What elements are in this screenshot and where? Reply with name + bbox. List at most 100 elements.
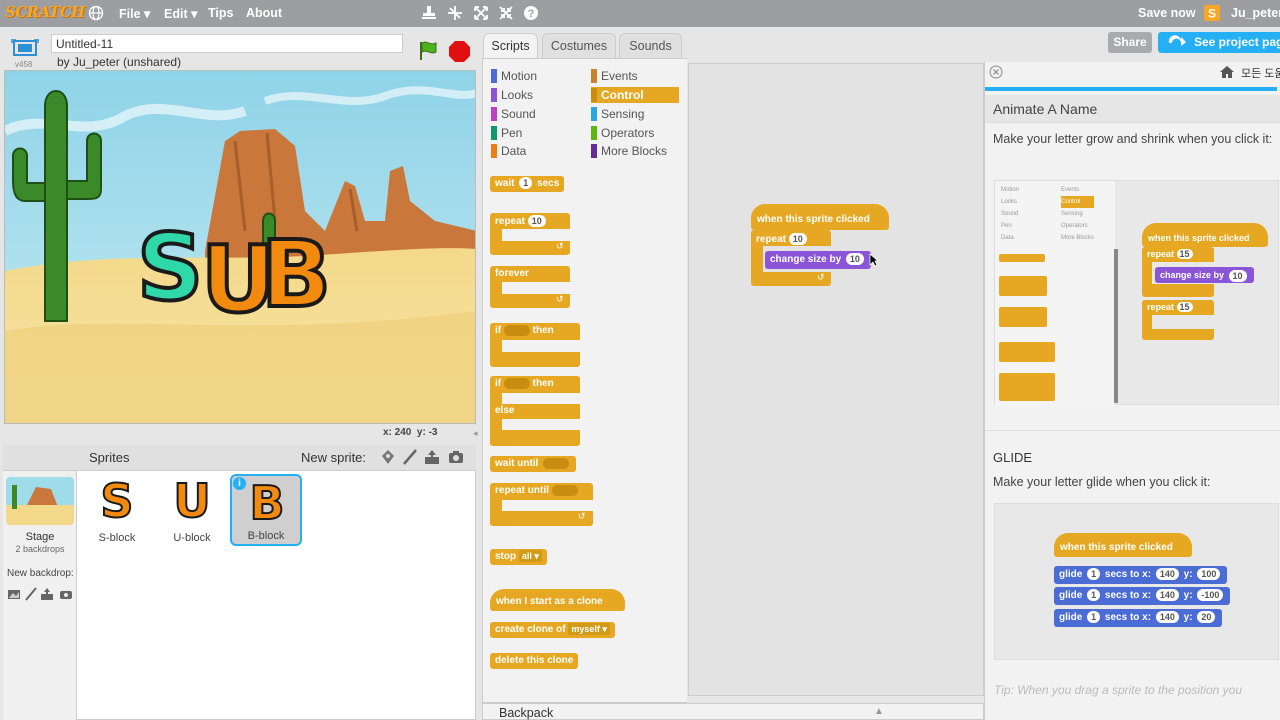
camera-sprite-icon[interactable]: [447, 448, 465, 466]
version-label: v458: [15, 60, 33, 69]
backpack-bar[interactable]: Backpack ▲: [482, 703, 984, 720]
stop-sign-icon[interactable]: [449, 41, 470, 62]
new-backdrop-label: New backdrop:: [7, 568, 74, 579]
stage-column: Stage 2 backdrops New backdrop:: [3, 471, 77, 720]
script-area[interactable]: when this sprite clicked repeat 10 ↺ cha…: [688, 63, 984, 696]
menu-tips[interactable]: Tips: [208, 6, 233, 20]
tip-illustration-glide: when this sprite clicked glide 1 secs to…: [994, 503, 1279, 660]
share-button[interactable]: Share: [1108, 32, 1152, 53]
category-more-blocks[interactable]: More Blocks: [591, 143, 667, 159]
glide-title: GLIDE: [993, 450, 1033, 465]
project-owner: by Ju_peter (unshared): [57, 55, 182, 69]
glide-row-2: glide 1 secs to x: 140 y: -100: [1054, 587, 1231, 605]
menu-edit[interactable]: Edit ▾: [164, 6, 197, 21]
sprite-s-name: S-block: [98, 532, 136, 544]
svg-text:S: S: [1208, 7, 1216, 21]
category-sensing[interactable]: Sensing: [591, 106, 644, 122]
menu-file[interactable]: File ▾: [119, 6, 150, 21]
loop-arrow-icon: ↺: [556, 241, 564, 251]
backdrop-library-icon[interactable]: [7, 587, 21, 601]
tips-progress-bar: [985, 87, 1277, 91]
user-menu[interactable]: Ju_peter: [1231, 6, 1280, 20]
block-forever[interactable]: forever ↺: [490, 266, 570, 308]
block-wait-secs[interactable]: wait 1 secs: [490, 176, 565, 192]
my-stuff-icon[interactable]: S: [1204, 5, 1220, 21]
block-stop[interactable]: stop all ▾: [490, 549, 547, 565]
stage-thumbnail[interactable]: [6, 477, 74, 525]
loop-arrow-icon: ↺: [556, 294, 564, 304]
choose-sprite-library-icon[interactable]: [379, 448, 397, 466]
category-events[interactable]: Events: [591, 68, 638, 84]
category-pen[interactable]: Pen: [491, 125, 522, 141]
tab-scripts[interactable]: Scripts: [483, 33, 538, 58]
category-data[interactable]: Data: [491, 143, 526, 159]
save-now-link[interactable]: Save now: [1138, 6, 1196, 20]
category-sound[interactable]: Sound: [491, 106, 536, 122]
block-when-start-as-clone[interactable]: when I start as a clone: [490, 589, 625, 611]
collapse-stage-icon[interactable]: ◂: [473, 428, 479, 438]
stage-letter-s[interactable]: S: [135, 212, 205, 323]
category-looks[interactable]: Looks: [491, 87, 533, 103]
svg-text:?: ?: [528, 8, 535, 20]
remix-arrows-icon: [1166, 34, 1188, 51]
home-icon[interactable]: [1219, 65, 1235, 79]
duplicate-stamp-icon[interactable]: [421, 5, 437, 21]
grow-icon[interactable]: [473, 5, 489, 21]
block-wait-until[interactable]: wait until: [490, 456, 577, 472]
stage-canvas[interactable]: S U B: [4, 70, 476, 424]
category-operators[interactable]: Operators: [591, 125, 654, 141]
backpack-expand-icon[interactable]: ▲: [874, 706, 884, 717]
all-help-link[interactable]: 모든 도움: [1241, 65, 1280, 81]
sprite-thumb-s[interactable]: S S-block: [81, 473, 153, 546]
shrink-icon[interactable]: [498, 5, 514, 21]
block-repeat[interactable]: repeat 10 ↺: [490, 213, 570, 255]
tips-title: Animate A Name: [993, 101, 1098, 117]
category-control[interactable]: Control: [591, 87, 679, 103]
category-motion[interactable]: Motion: [491, 68, 537, 84]
sprite-thumb-u[interactable]: U U-block: [156, 473, 228, 546]
tab-sounds[interactable]: Sounds: [619, 33, 682, 58]
menu-about[interactable]: About: [246, 6, 282, 20]
tab-costumes[interactable]: Costumes: [542, 33, 616, 58]
upload-sprite-icon[interactable]: [423, 448, 441, 466]
sprite-thumb-b-selected[interactable]: B B-block i: [230, 474, 302, 546]
stage-letter-b[interactable]: B: [259, 219, 333, 330]
stage-backdrops-count: 2 backdrops: [15, 544, 65, 554]
sprites-header: Sprites New sprite:: [3, 445, 476, 471]
sprites-title: Sprites: [89, 450, 130, 465]
scratch-logo[interactable]: SCRATCH: [5, 3, 85, 23]
globe-icon[interactable]: [88, 5, 104, 21]
sprite-info-icon[interactable]: i: [233, 477, 246, 490]
tips-title-bar: Animate A Name: [985, 95, 1280, 123]
block-repeat-until[interactable]: repeat until ↺: [490, 483, 593, 526]
sprite-s-image: S: [99, 473, 134, 529]
paint-sprite-icon[interactable]: [401, 448, 419, 466]
block-create-clone[interactable]: create clone of myself ▾: [490, 622, 615, 638]
loop-arrow-icon: ↺: [817, 272, 825, 282]
block-if-then-else[interactable]: if then else: [490, 376, 580, 446]
project-title-input[interactable]: Untitled-11: [51, 34, 403, 53]
script-change-size-block[interactable]: change size by 10: [765, 251, 871, 269]
menu-bar: SCRATCH File ▾ Edit ▾ Tips About ? Save …: [0, 0, 1280, 27]
block-if-then[interactable]: if then: [490, 323, 580, 367]
green-flag-icon[interactable]: [417, 40, 439, 62]
fullscreen-icon[interactable]: [11, 38, 39, 61]
see-project-page-button[interactable]: See project page: [1158, 32, 1280, 53]
camera-backdrop-icon[interactable]: [59, 587, 73, 601]
close-tips-icon[interactable]: [989, 65, 1003, 79]
tip-illustration-animate: Motion Looks Sound Pen Data Events Control Sen…: [994, 180, 1279, 406]
delete-scissors-icon[interactable]: [447, 5, 463, 21]
mouse-coords: x: 240 y: -3: [383, 427, 438, 438]
help-icon[interactable]: ?: [523, 5, 539, 21]
mouse-cursor-icon: [869, 253, 880, 267]
block-delete-clone[interactable]: delete this clone: [490, 653, 579, 669]
sprite-u-image: U: [172, 473, 211, 529]
tips-description: Make your letter grow and shrink when yo…: [993, 132, 1273, 146]
sprite-b-name: B-block: [247, 530, 285, 542]
paint-backdrop-icon[interactable]: [24, 587, 38, 601]
script-hat-when-sprite-clicked[interactable]: when this sprite clicked: [751, 204, 889, 230]
sprite-u-name: U-block: [173, 532, 211, 544]
mini-change-size-block: change size by 10: [1155, 267, 1254, 283]
glide-row-3: glide 1 secs to x: 140 y: 20: [1054, 609, 1223, 627]
upload-backdrop-icon[interactable]: [40, 587, 54, 601]
